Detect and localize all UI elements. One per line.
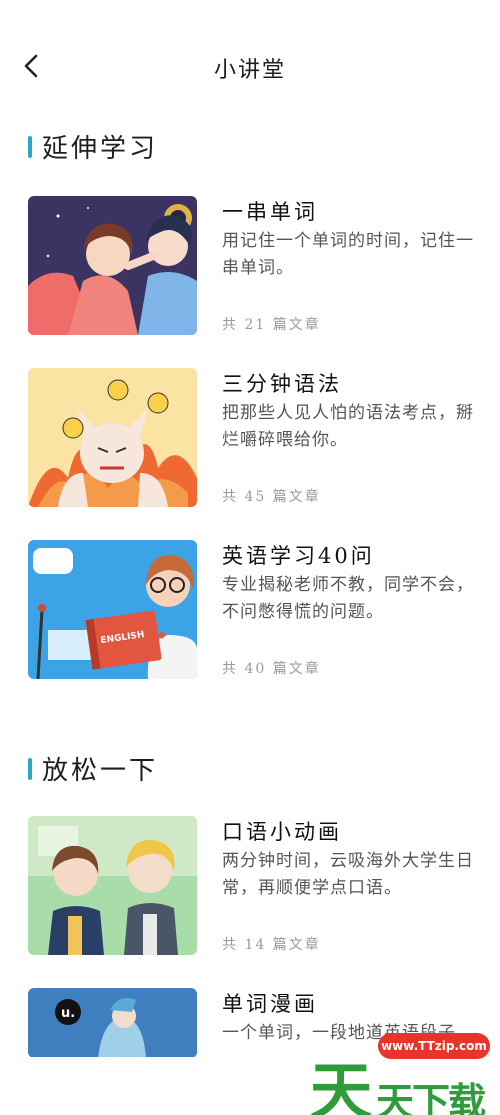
course-card-spoken-animation[interactable]: 口语小动画 两分钟时间，云吸海外大学生日常，再顺便学点口语。 共 14 篇文章 <box>28 816 478 956</box>
article-count: 共 14 篇文章 <box>222 937 321 953</box>
section-title-relax: 放松一下 <box>28 750 158 787</box>
card-title: 单词漫画 <box>222 992 318 1016</box>
article-count: 共 40 篇文章 <box>222 661 321 677</box>
section-title-label: 放松一下 <box>42 756 159 786</box>
card-title: 英语学习40问 <box>222 544 375 568</box>
card-description: 用记住一个单词的时间，记住一串单词。 <box>222 231 474 278</box>
section-accent-bar <box>28 757 32 780</box>
thumbnail-stressed-character <box>28 368 197 507</box>
watermark-url: www.TTzip.com <box>378 1033 490 1059</box>
course-card-word-chain[interactable]: 一串单词 用记住一个单词的时间，记住一串单词。 共 21 篇文章 <box>28 196 478 336</box>
thumbnail-comic: u. <box>28 988 197 1058</box>
section-accent-bar <box>28 135 32 158</box>
watermark-rest-chars: 天下载 <box>376 1080 486 1115</box>
page-title: 小讲堂 <box>213 58 286 83</box>
card-description: 两分钟时间，云吸海外大学生日常，再顺便学点口语。 <box>222 851 474 898</box>
comic-badge-text: u. <box>61 1006 75 1021</box>
card-title: 三分钟语法 <box>222 372 342 396</box>
card-description: 专业揭秘老师不教，同学不会，不问憋得慌的问题。 <box>222 575 474 622</box>
watermark-logo: www.TTzip.com 天 天下载 <box>310 1025 500 1115</box>
card-description: 把那些人见人怕的语法考点，掰烂嚼碎喂给你。 <box>222 403 474 450</box>
thumbnail-anime-girls <box>28 196 197 335</box>
thumbnail-teacher-with-book: ENGLISH <box>28 540 197 679</box>
card-title: 一串单词 <box>222 200 318 224</box>
article-count: 共 21 篇文章 <box>222 317 321 333</box>
course-card-three-minute-grammar[interactable]: 三分钟语法 把那些人见人怕的语法考点，掰烂嚼碎喂给你。 共 45 篇文章 <box>28 368 478 508</box>
article-count: 共 45 篇文章 <box>222 489 321 505</box>
header: 小讲堂 <box>0 0 500 130</box>
section-title-extended-learning: 延伸学习 <box>28 128 158 165</box>
thumbnail-two-students <box>28 816 197 955</box>
course-card-english-40-questions[interactable]: ENGLISH 英语学习40问 专业揭秘老师不教，同学不会，不问憋得慌的问题。 … <box>28 540 478 680</box>
card-title: 口语小动画 <box>222 820 342 844</box>
section-title-label: 延伸学习 <box>42 134 159 164</box>
watermark-big-char: 天 <box>310 1055 372 1115</box>
